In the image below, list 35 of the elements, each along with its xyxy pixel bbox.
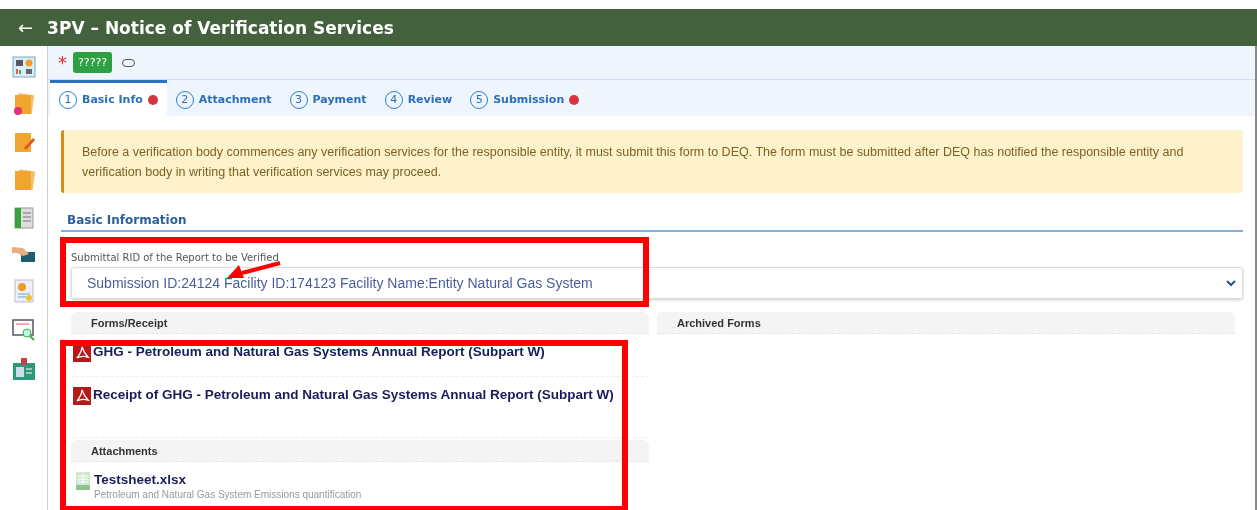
- required-mark: *: [58, 52, 67, 73]
- attachment-description: Petroleum and Natural Gas System Emissions quantification: [94, 489, 362, 500]
- form-link[interactable]: Receipt of GHG - Petroleum and Natural Gas Systems Annual Report (Subpart W): [93, 387, 614, 402]
- tab-label: Attachment: [198, 93, 272, 106]
- monitor-search-icon[interactable]: [10, 318, 37, 342]
- step-tab[interactable]: 5 Submission: [461, 80, 589, 116]
- attachments-header: Attachments: [71, 440, 649, 462]
- field-label: Submittal RID of the Report to be Verified: [71, 252, 280, 263]
- spreadsheet-icon: [76, 472, 90, 490]
- document-icon[interactable]: [11, 92, 36, 116]
- id-badge-icon[interactable]: [10, 356, 37, 382]
- archived-header: Archived Forms: [657, 312, 1235, 334]
- tab-label: Payment: [312, 93, 367, 106]
- step-tab[interactable]: 4 Review: [375, 80, 462, 116]
- pdf-icon: [73, 387, 91, 405]
- form-link[interactable]: GHG - Petroleum and Natural Gas Systems Annual Report (Subpart W): [93, 344, 545, 359]
- certificate-icon[interactable]: [12, 278, 35, 304]
- notice-text: Before a verification body commences any verification services for the responsible entity, it must submit this form to DEQ. The form must be submitted after DEQ has notified the responsible entity and verification body in writing that verification services may proceed.: [61, 130, 1243, 193]
- forms-header: Forms/Receipt: [71, 312, 649, 334]
- dashboard-icon[interactable]: [11, 56, 36, 78]
- chevron-icon: [1226, 279, 1236, 287]
- attachment-link[interactable]: Testsheet.xlsx: [94, 472, 362, 487]
- tab-label: Review: [407, 93, 453, 106]
- step-tab[interactable]: 3 Payment: [280, 80, 376, 116]
- back-button[interactable]: ←: [18, 17, 34, 38]
- tab-label: Submission: [493, 93, 565, 106]
- tab-label: Basic Info: [82, 93, 143, 106]
- step-tab[interactable]: 1 Basic Info: [50, 80, 167, 116]
- ledger-icon[interactable]: [12, 206, 35, 230]
- hand-card-icon[interactable]: [10, 244, 37, 264]
- step-tab[interactable]: 2 Attachment: [166, 80, 281, 116]
- status-badge: ?????: [73, 52, 113, 73]
- section-title: Basic Information: [61, 213, 1243, 232]
- rid-select[interactable]: Submission ID:24124 Facility ID:174123 Facility Name:Entity Natural Gas System: [71, 267, 1243, 299]
- page-title: 3PV – Notice of Verification Services: [47, 17, 394, 38]
